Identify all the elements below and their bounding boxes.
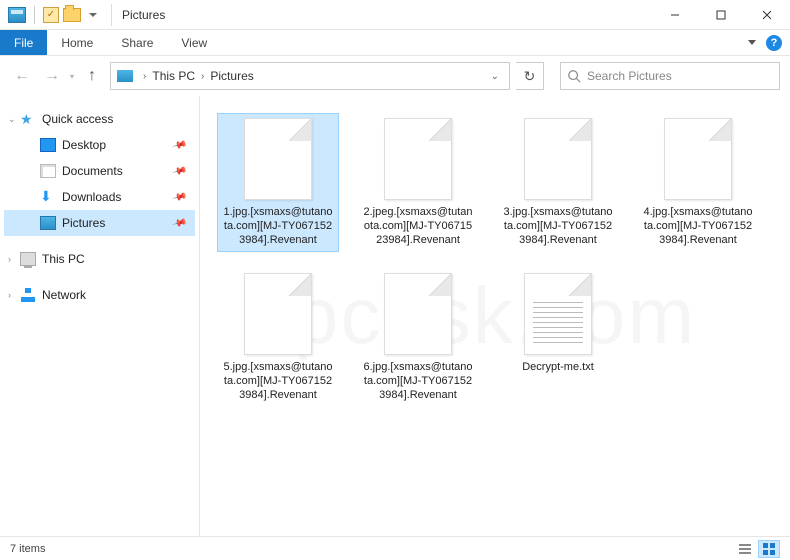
sidebar-item-quick-access[interactable]: ⌄ ★ Quick access [4,106,195,132]
sidebar-item-label: Quick access [42,112,113,126]
location-icon [117,70,133,82]
maximize-button[interactable] [698,0,744,30]
help-icon[interactable]: ? [766,35,782,51]
large-icons-view-button[interactable] [758,540,780,558]
sidebar-item-this-pc[interactable]: › This PC [4,246,195,272]
file-name: 3.jpg.[xsmaxs@tutanota.com][MJ-TY0671523… [502,206,614,247]
pin-icon: 📌 [171,137,187,153]
up-button[interactable]: ↑ [80,64,104,88]
window-title: Pictures [122,8,165,22]
qat-new-folder-button[interactable] [63,8,81,22]
ribbon-collapse-caret[interactable] [748,40,756,45]
ribbon-tab-view[interactable]: View [167,30,221,55]
navigation-pane: ⌄ ★ Quick access Desktop 📌 Documents 📌 ⬇… [0,96,200,536]
sidebar-item-downloads[interactable]: ⬇ Downloads 📌 [4,184,195,210]
status-item-count: 7 items [10,543,45,555]
file-name: 5.jpg.[xsmaxs@tutanota.com][MJ-TY0671523… [222,361,334,402]
star-icon: ★ [20,112,36,126]
file-name: Decrypt-me.txt [522,361,594,375]
qat-properties-button[interactable]: ✓ [43,7,59,23]
sidebar-item-desktop[interactable]: Desktop 📌 [4,132,195,158]
refresh-button[interactable]: ↻ [516,62,544,90]
sidebar-item-network[interactable]: › Network [4,282,195,308]
details-view-button[interactable] [734,540,756,558]
sidebar-item-label: Pictures [62,216,105,230]
file-icon [244,118,312,200]
file-list[interactable]: pcrisk.com 1.jpg.[xsmaxs@tutanota.com][M… [200,96,790,536]
status-bar: 7 items [0,536,790,560]
download-icon: ⬇ [40,190,56,204]
network-icon [20,288,36,302]
sidebar-item-label: Documents [62,164,123,178]
breadcrumb-segment-thispc[interactable]: This PC [152,69,195,83]
file-icon [524,118,592,200]
ribbon-tab-share[interactable]: Share [107,30,167,55]
pin-icon: 📌 [171,189,187,205]
document-icon [40,164,56,178]
history-caret[interactable]: ▾ [70,72,74,81]
ribbon: File Home Share View ? [0,30,790,56]
watermark: pcrisk.com [294,270,696,362]
file-icon [244,273,312,355]
file-item[interactable]: 4.jpg.[xsmaxs@tutanota.com][MJ-TY0671523… [638,114,758,251]
title-bar: ✓ Pictures [0,0,790,30]
minimize-button[interactable] [652,0,698,30]
address-dropdown-caret[interactable]: ⌄ [487,71,503,82]
file-name: 1.jpg.[xsmaxs@tutanota.com][MJ-TY0671523… [222,206,334,247]
file-name: 2.jpeg.[xsmaxs@tutanota.com][MJ-TY067152… [362,206,474,247]
back-button[interactable]: ← [10,64,34,88]
search-placeholder: Search Pictures [587,69,672,83]
file-name: 6.jpg.[xsmaxs@tutanota.com][MJ-TY0671523… [362,361,474,402]
sidebar-item-documents[interactable]: Documents 📌 [4,158,195,184]
ribbon-tab-file[interactable]: File [0,30,47,55]
file-icon [664,118,732,200]
app-icon [8,7,26,23]
search-input[interactable]: Search Pictures [560,62,780,90]
qat-customize-caret[interactable] [89,13,97,17]
file-item[interactable]: 2.jpeg.[xsmaxs@tutanota.com][MJ-TY067152… [358,114,478,251]
sidebar-item-label: Downloads [62,190,121,204]
forward-button[interactable]: → [40,64,64,88]
file-name: 4.jpg.[xsmaxs@tutanota.com][MJ-TY0671523… [642,206,754,247]
pin-icon: 📌 [171,163,187,179]
text-file-icon [524,273,592,355]
address-bar[interactable]: › This PC › Pictures ⌄ [110,62,510,90]
pin-icon: 📌 [171,215,187,231]
ribbon-tab-home[interactable]: Home [47,30,107,55]
pc-icon [20,252,36,266]
breadcrumb-segment-pictures[interactable]: Pictures [210,69,253,83]
close-button[interactable] [744,0,790,30]
pictures-icon [40,216,56,230]
file-item[interactable]: 5.jpg.[xsmaxs@tutanota.com][MJ-TY0671523… [218,269,338,406]
file-item[interactable]: 1.jpg.[xsmaxs@tutanota.com][MJ-TY0671523… [218,114,338,251]
sidebar-item-label: Network [42,288,86,302]
chevron-right-icon: › [197,71,208,82]
sidebar-item-label: Desktop [62,138,106,152]
chevron-right-icon: › [139,71,150,82]
file-icon [384,118,452,200]
file-item[interactable]: Decrypt-me.txt [498,269,618,406]
file-item[interactable]: 3.jpg.[xsmaxs@tutanota.com][MJ-TY0671523… [498,114,618,251]
navigation-row: ← → ▾ ↑ › This PC › Pictures ⌄ ↻ Search … [0,56,790,96]
sidebar-item-label: This PC [42,252,85,266]
file-icon [384,273,452,355]
file-item[interactable]: 6.jpg.[xsmaxs@tutanota.com][MJ-TY0671523… [358,269,478,406]
sidebar-item-pictures[interactable]: Pictures 📌 [4,210,195,236]
desktop-icon [40,138,56,152]
search-icon [567,69,581,83]
